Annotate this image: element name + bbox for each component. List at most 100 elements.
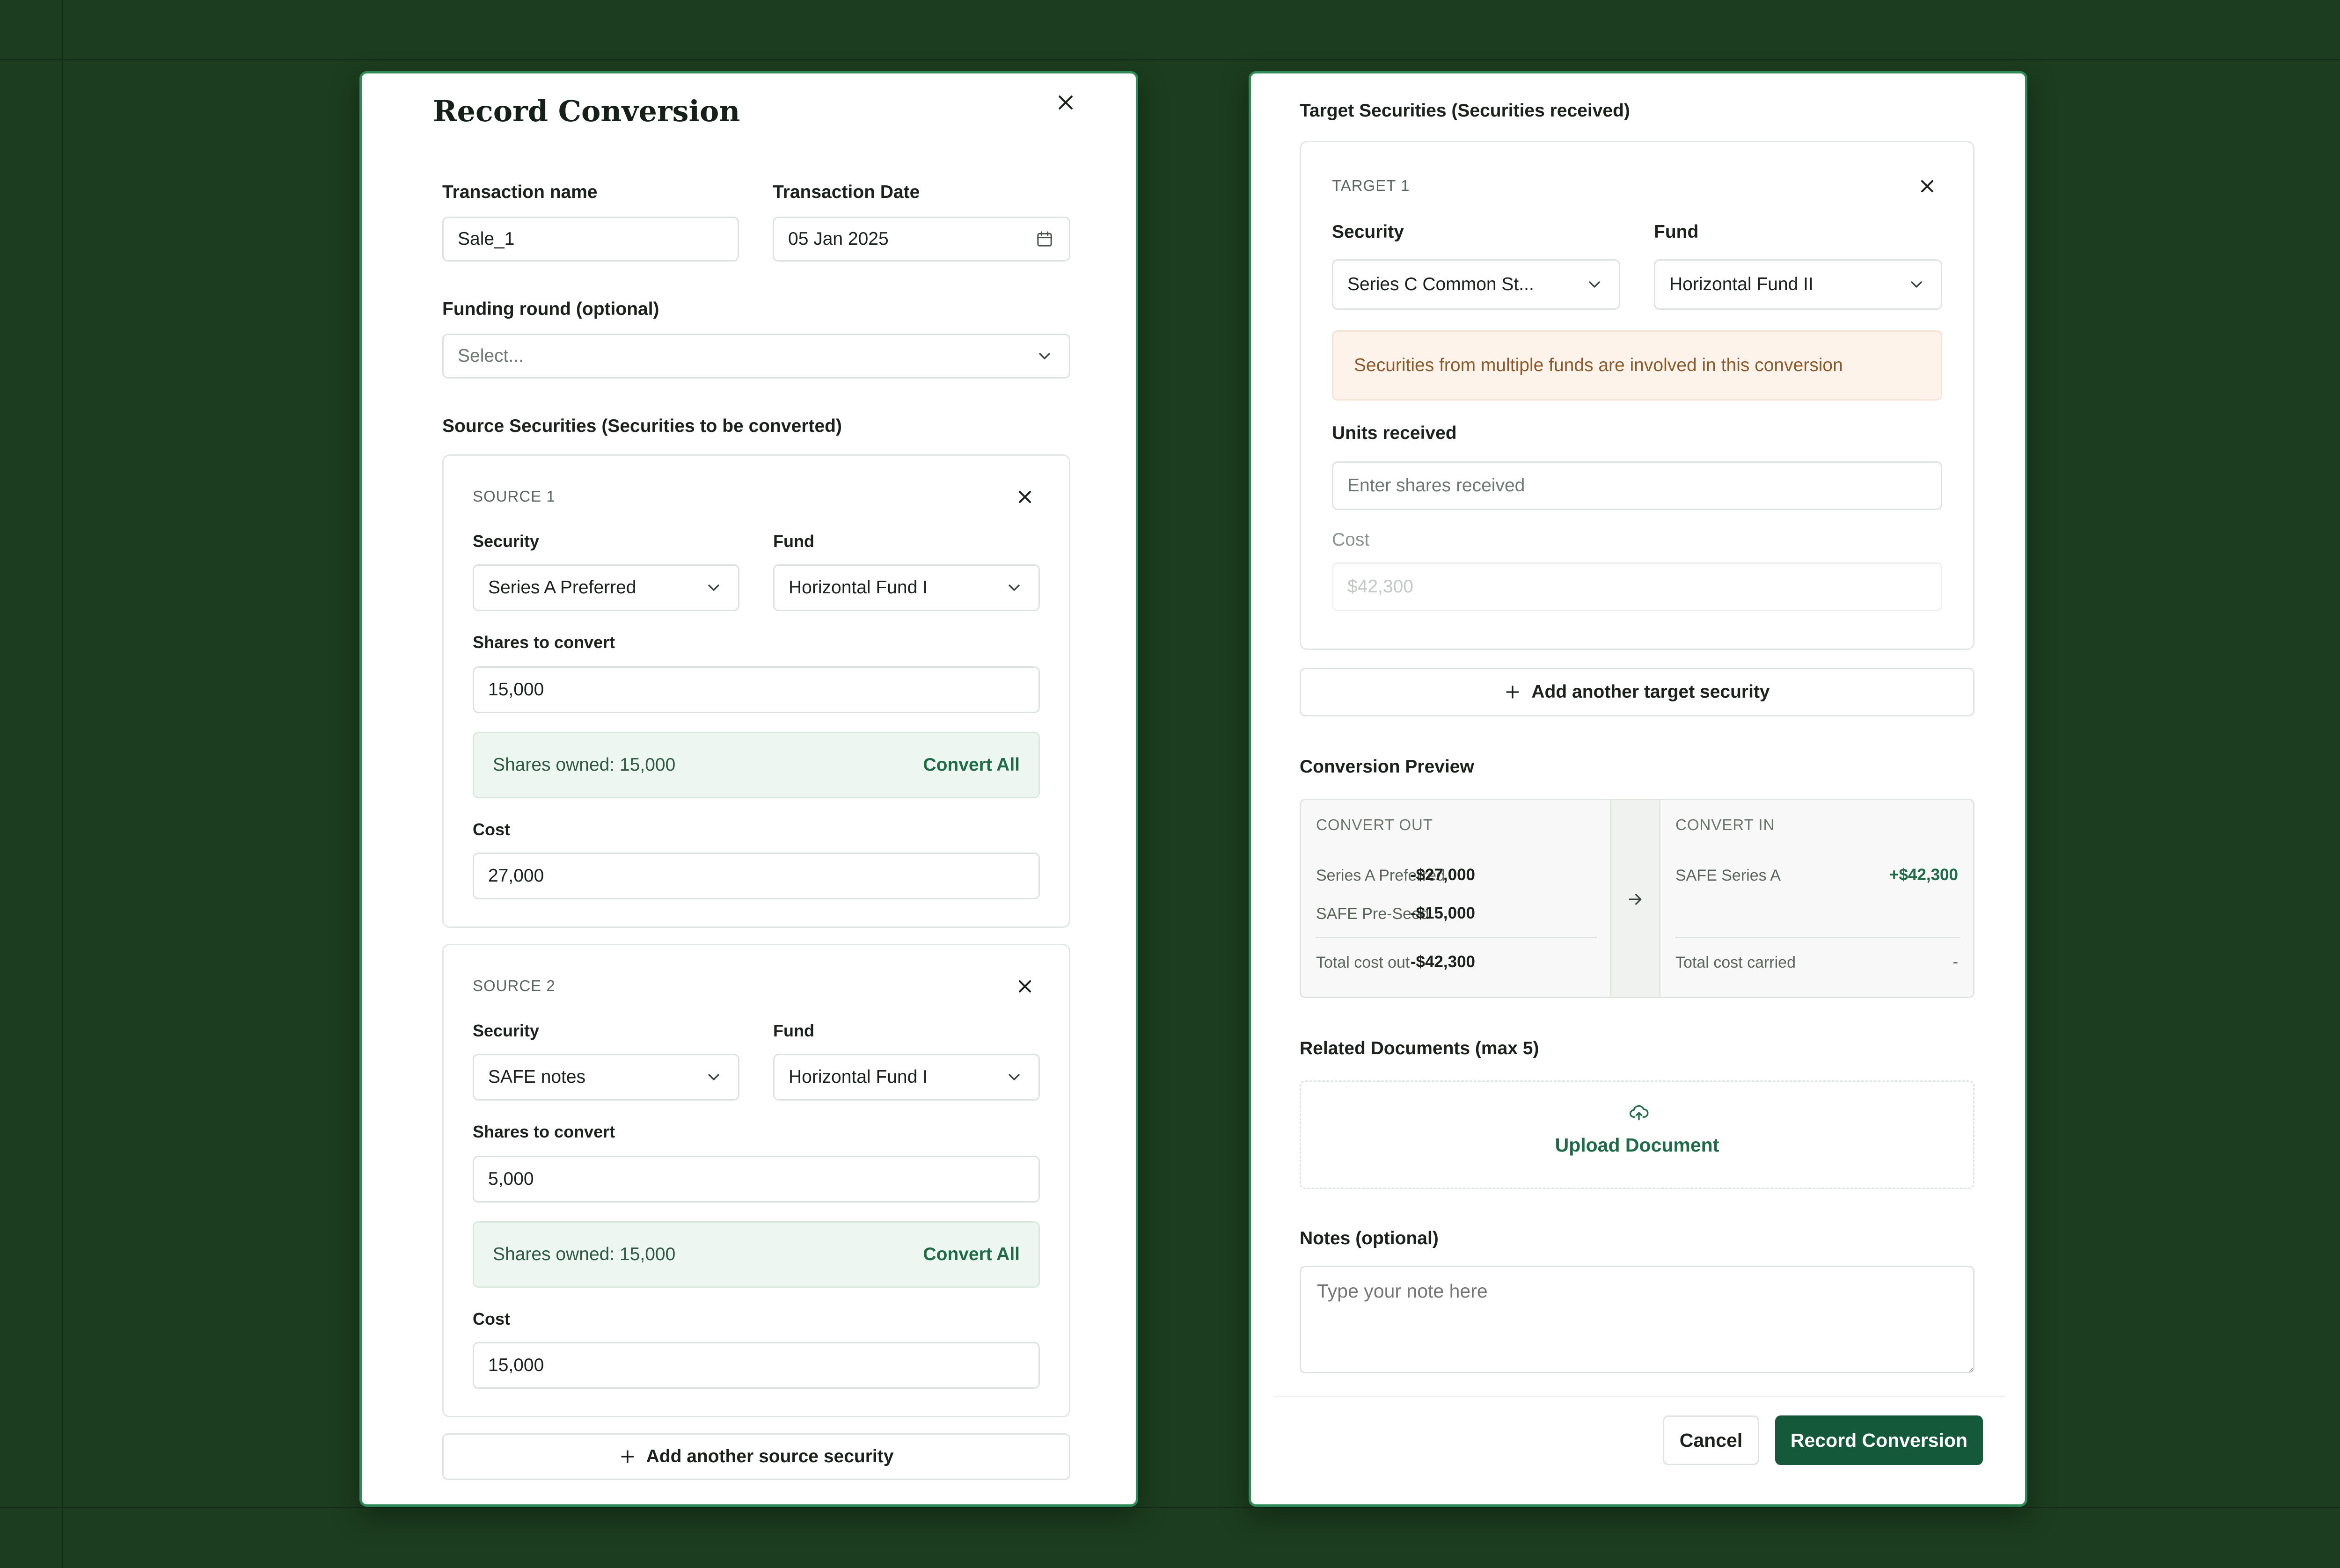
target-section-title: Target Securities (Securities received)	[1300, 101, 1630, 121]
cost-label: Cost	[473, 820, 510, 839]
record-conversion-button[interactable]: Record Conversion	[1775, 1415, 1983, 1465]
cloud-upload-icon	[1630, 1105, 1649, 1121]
add-target-label: Add another target security	[1531, 682, 1770, 702]
remove-source-icon[interactable]	[1015, 976, 1035, 997]
fund-select[interactable]: Horizontal Fund I	[773, 1054, 1040, 1101]
fund-value: Horizontal Fund II	[1669, 274, 1814, 294]
source-card: SOURCE 2 Security SAFE notes Fund Horizo…	[442, 944, 1070, 1417]
right-panel: Target Securities (Securities received) …	[1249, 71, 2027, 1507]
in-total-label: Total cost carried	[1675, 954, 1796, 971]
security-value: Series C Common St...	[1347, 274, 1534, 294]
transaction-date-input[interactable]: 05 Jan 2025	[773, 217, 1070, 262]
modal-title: Record Conversion	[433, 94, 740, 128]
out-row-value: -$27,000	[1410, 866, 1475, 884]
calendar-icon[interactable]	[1035, 230, 1054, 248]
out-row-value: -$15,000	[1410, 904, 1475, 922]
preview-title: Conversion Preview	[1300, 757, 1474, 777]
shares-input[interactable]: 5,000	[473, 1156, 1040, 1203]
fund-label: Fund	[1654, 222, 1699, 242]
shares-owned-text: Shares owned: 15,000	[493, 755, 676, 775]
source-tag: SOURCE 1	[473, 488, 556, 505]
remove-target-icon[interactable]	[1917, 176, 1938, 197]
cancel-button[interactable]: Cancel	[1663, 1415, 1759, 1465]
cost-input: $42,300	[1332, 562, 1942, 611]
shares-owned-text: Shares owned: 15,000	[493, 1244, 676, 1264]
units-placeholder: Enter shares received	[1347, 475, 1525, 496]
cost-input[interactable]: 15,000	[473, 1342, 1040, 1389]
fund-select[interactable]: Horizontal Fund I	[773, 564, 1040, 611]
footer-divider	[1274, 1396, 2004, 1397]
warning-text: Securities from multiple funds are invol…	[1354, 355, 1843, 375]
remove-source-icon[interactable]	[1015, 487, 1035, 507]
security-select[interactable]: SAFE notes	[473, 1054, 739, 1101]
notes-textarea[interactable]	[1300, 1266, 1974, 1373]
units-label: Units received	[1332, 423, 1457, 443]
cost-input[interactable]: 27,000	[473, 853, 1040, 899]
security-label: Security	[1332, 222, 1404, 242]
security-label: Security	[473, 532, 540, 551]
target-tag: TARGET 1	[1332, 177, 1410, 194]
shares-owned-bar: Shares owned: 15,000 Convert All	[473, 1221, 1040, 1288]
cost-value: 27,000	[488, 866, 544, 886]
bg-line	[0, 59, 2340, 60]
chevron-down-icon	[1911, 281, 1922, 288]
fund-select[interactable]: Horizontal Fund II	[1654, 259, 1942, 310]
notes-label: Notes (optional)	[1300, 1228, 1439, 1248]
add-target-button[interactable]: Add another target security	[1300, 668, 1974, 716]
cost-label: Cost	[473, 1309, 510, 1328]
chevron-down-icon	[708, 1074, 719, 1080]
shares-label: Shares to convert	[473, 633, 615, 652]
out-total-value: -$42,300	[1410, 953, 1475, 971]
chevron-down-icon	[1009, 584, 1020, 591]
conversion-preview: CONVERT OUT Series A Preferred -$27,000 …	[1300, 799, 1974, 998]
source-section-title: Source Securities (Securities to be conv…	[442, 416, 842, 436]
upload-document-dropzone[interactable]: Upload Document	[1300, 1080, 1974, 1189]
shares-value: 5,000	[488, 1169, 534, 1189]
in-row-value: +$42,300	[1889, 866, 1958, 884]
convert-in-header: CONVERT IN	[1675, 816, 1775, 833]
security-select[interactable]: Series A Preferred	[473, 564, 739, 611]
target-card: TARGET 1 Security Series C Common St... …	[1300, 141, 1974, 650]
source-card: SOURCE 1 Security Series A Preferred Fun…	[442, 454, 1070, 928]
plus-icon	[621, 1450, 634, 1463]
source-tag: SOURCE 2	[473, 977, 556, 994]
out-total-label: Total cost out	[1316, 954, 1410, 971]
close-icon[interactable]	[1055, 92, 1076, 113]
chevron-down-icon	[1009, 1074, 1020, 1080]
cost-value: $42,300	[1347, 576, 1413, 597]
security-value: Series A Preferred	[488, 577, 636, 598]
add-source-label: Add another source security	[646, 1446, 894, 1466]
add-source-button[interactable]: Add another source security	[442, 1433, 1070, 1480]
left-panel: Record Conversion Transaction name Sale_…	[359, 71, 1138, 1507]
divider	[1675, 937, 1961, 938]
transaction-date-label: Transaction Date	[773, 182, 920, 202]
fund-label: Fund	[773, 1021, 814, 1040]
in-row-name: SAFE Series A	[1675, 867, 1781, 884]
convert-all-button[interactable]: Convert All	[923, 1244, 1020, 1265]
units-input[interactable]: Enter shares received	[1332, 461, 1942, 510]
cost-label: Cost	[1332, 530, 1370, 550]
security-select[interactable]: Series C Common St...	[1332, 259, 1620, 310]
chevron-down-icon	[1589, 281, 1600, 288]
in-total-value: -	[1952, 953, 1958, 971]
funding-round-select[interactable]: Select...	[442, 334, 1070, 379]
shares-label: Shares to convert	[473, 1122, 615, 1141]
shares-input[interactable]: 15,000	[473, 666, 1040, 713]
convert-out-header: CONVERT OUT	[1316, 816, 1433, 833]
transaction-name-input[interactable]: Sale_1	[442, 217, 739, 262]
fund-label: Fund	[773, 532, 814, 551]
convert-all-button[interactable]: Convert All	[923, 755, 1020, 775]
documents-title: Related Documents (max 5)	[1300, 1038, 1539, 1058]
divider	[1316, 937, 1597, 938]
arrow-right-icon	[1629, 894, 1642, 905]
transaction-date-value: 05 Jan 2025	[788, 229, 889, 249]
shares-value: 15,000	[488, 679, 544, 700]
plus-icon	[1506, 686, 1520, 699]
upload-document-label: Upload Document	[1555, 1134, 1719, 1156]
bg-line	[62, 0, 63, 1568]
multi-fund-warning: Securities from multiple funds are invol…	[1332, 330, 1942, 401]
transaction-name-label: Transaction name	[442, 182, 598, 202]
shares-owned-bar: Shares owned: 15,000 Convert All	[473, 732, 1040, 798]
security-label: Security	[473, 1021, 540, 1040]
fund-value: Horizontal Fund I	[789, 577, 928, 598]
